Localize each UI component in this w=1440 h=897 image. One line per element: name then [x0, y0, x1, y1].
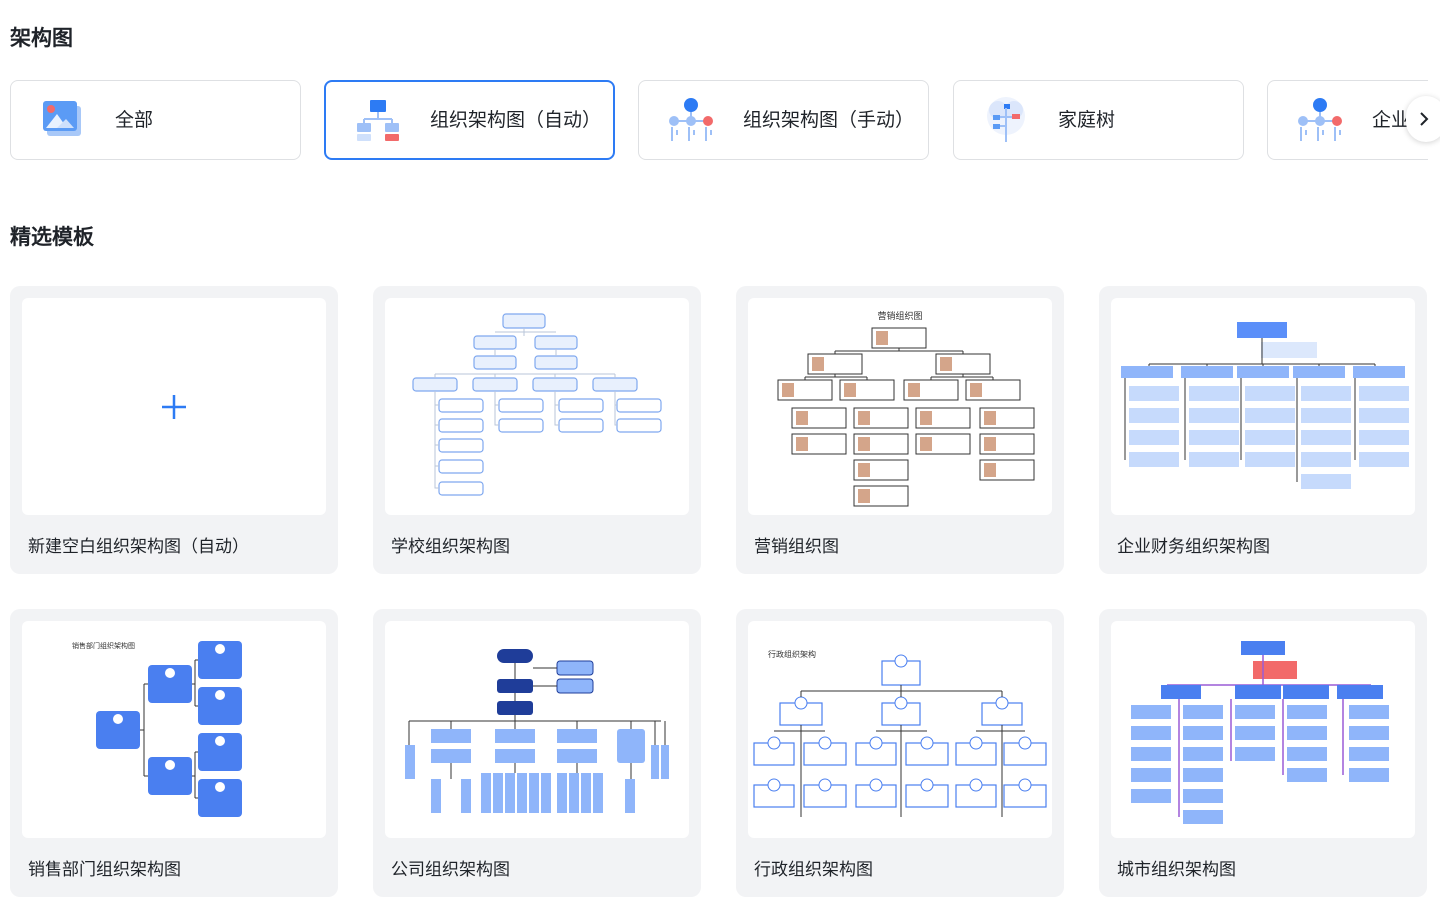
thumbnail-title: 营销组织图 — [877, 312, 923, 322]
template-thumbnail — [1111, 298, 1415, 515]
template-card-sales[interactable]: 销售部门组织架构图 销售部门组织架构图 — [10, 609, 338, 897]
category-card-enterprise[interactable]: 企业 — [1267, 80, 1428, 160]
template-card-admin[interactable]: 行政组织架构 行政组织架构图 — [736, 609, 1064, 897]
template-name: 新建空白组织架构图（自动） — [28, 537, 249, 557]
thumbnail-title: 销售部门组织架构图 — [72, 642, 135, 650]
org-chart-manual-icon — [665, 94, 717, 146]
category-card-org-manual[interactable]: 组织架构图（手动） — [638, 80, 929, 160]
category-label: 组织架构图（手动） — [743, 109, 915, 131]
scroll-right-button[interactable] — [1406, 96, 1440, 142]
templates-title: 精选模板 — [10, 225, 94, 249]
org-chart-auto-icon — [352, 94, 404, 146]
template-thumbnail — [22, 298, 326, 515]
category-row: 全部 组织架构图（自动） 组织架构图（手动） 家庭树 企业 — [10, 80, 1428, 160]
category-card-org-auto[interactable]: 组织架构图（自动） — [324, 80, 615, 160]
family-tree-icon — [980, 94, 1032, 146]
template-card-blank[interactable]: 新建空白组织架构图（自动） — [10, 286, 338, 574]
template-card-finance[interactable]: 企业财务组织架构图 — [1099, 286, 1427, 574]
category-label: 组织架构图（自动） — [430, 109, 602, 131]
template-name: 销售部门组织架构图 — [28, 860, 181, 880]
template-name: 公司组织架构图 — [391, 860, 510, 880]
template-card-company[interactable]: 公司组织架构图 — [373, 609, 701, 897]
template-name: 行政组织架构图 — [754, 860, 873, 880]
template-thumbnail — [385, 298, 689, 515]
template-thumbnail — [1111, 621, 1415, 838]
template-name: 学校组织架构图 — [391, 537, 510, 557]
category-card-all[interactable]: 全部 — [10, 80, 301, 160]
category-label: 家庭树 — [1058, 109, 1116, 131]
template-card-school[interactable]: 学校组织架构图 — [373, 286, 701, 574]
thumbnail-title: 行政组织架构 — [768, 650, 816, 659]
template-name: 营销组织图 — [754, 537, 839, 557]
template-name: 城市组织架构图 — [1117, 860, 1236, 880]
categories-title: 架构图 — [10, 26, 73, 50]
template-name: 企业财务组织架构图 — [1117, 537, 1270, 557]
template-thumbnail — [385, 621, 689, 838]
image-gallery-icon — [37, 94, 89, 146]
chevron-right-icon — [1420, 112, 1429, 126]
template-card-city[interactable]: 城市组织架构图 — [1099, 609, 1427, 897]
template-thumbnail: 营销组织图 — [748, 298, 1052, 515]
template-card-marketing[interactable]: 营销组织图 营销组织图 — [736, 286, 1064, 574]
category-card-family-tree[interactable]: 家庭树 — [953, 80, 1244, 160]
template-thumbnail: 行政组织架构 — [748, 621, 1052, 838]
enterprise-chart-icon — [1294, 94, 1346, 146]
category-label: 全部 — [115, 109, 154, 131]
template-thumbnail: 销售部门组织架构图 — [22, 621, 326, 838]
plus-icon — [162, 394, 186, 419]
